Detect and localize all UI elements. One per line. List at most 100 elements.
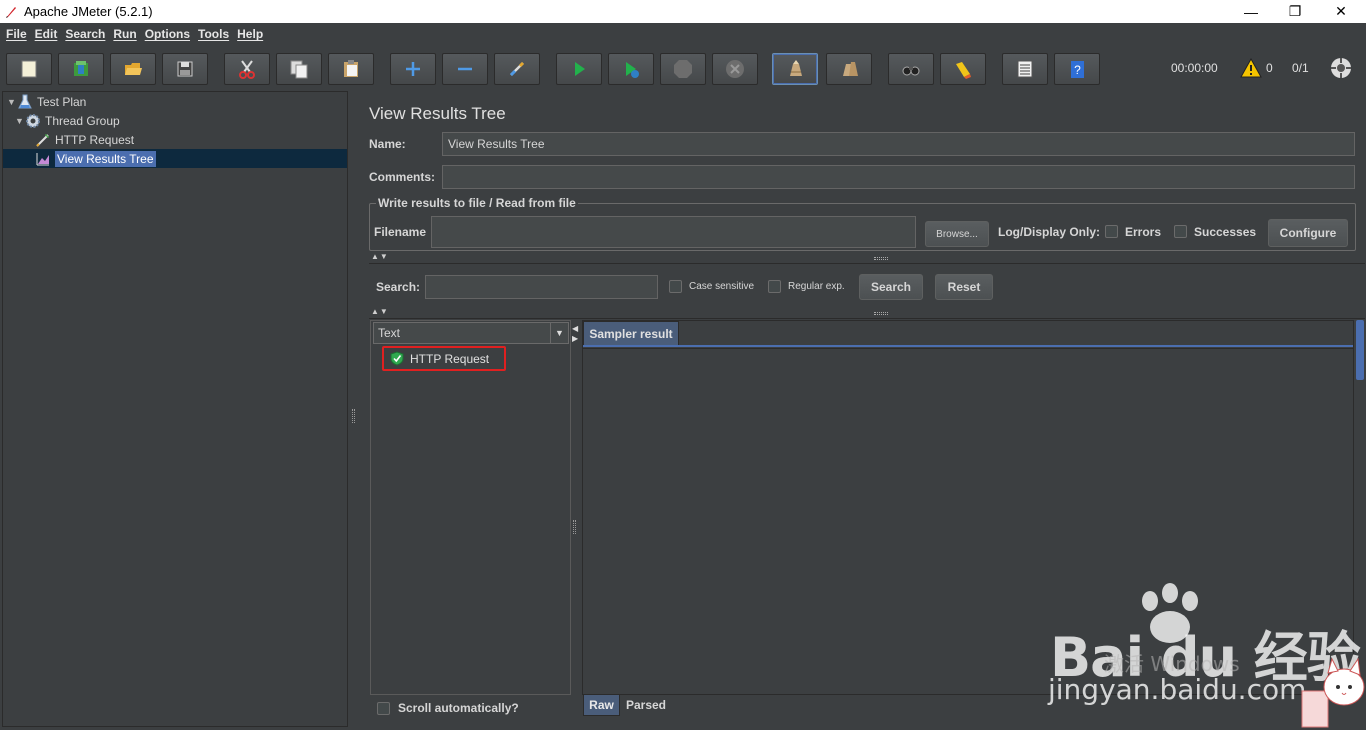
shutdown-button[interactable] — [712, 53, 758, 85]
warning-icon[interactable] — [1240, 58, 1262, 78]
http-request-icon — [36, 133, 49, 147]
start-no-pause-button[interactable] — [608, 53, 654, 85]
clear-all-icon — [843, 62, 858, 76]
reset-button[interactable]: Reset — [935, 274, 993, 300]
menu-search[interactable]: Search — [61, 27, 109, 41]
sample-results-list[interactable] — [370, 320, 571, 695]
log-display-label: Log/Display Only: — [998, 225, 1101, 239]
minimize-icon[interactable]: — — [1228, 0, 1274, 23]
tree-item-view-results-tree[interactable]: View Results Tree — [35, 149, 156, 168]
stop-icon — [674, 60, 692, 78]
close-icon[interactable]: ✕ — [1318, 0, 1364, 23]
splitter-bottom[interactable]: ▲▼ — [371, 307, 1361, 317]
clear-all-button[interactable] — [826, 53, 872, 85]
regular-exp-checkbox[interactable] — [768, 280, 781, 293]
sampler-result-content[interactable] — [583, 348, 1353, 694]
search-icon — [902, 66, 920, 76]
expand-button[interactable] — [390, 53, 436, 85]
name-field[interactable]: View Results Tree — [442, 132, 1355, 156]
help-button[interactable]: ? — [1054, 53, 1100, 85]
shutdown-icon — [726, 60, 744, 78]
cut-button[interactable] — [224, 53, 270, 85]
menu-help[interactable]: Help — [233, 27, 267, 41]
tree-item-thread-group[interactable]: ▼ Thread Group — [15, 111, 120, 130]
result-item-http-request[interactable]: HTTP Request — [382, 346, 506, 371]
templates-icon — [74, 61, 88, 76]
tab-raw[interactable]: Raw — [583, 694, 620, 716]
errors-checkbox[interactable] — [1105, 225, 1118, 238]
new-button[interactable] — [6, 53, 52, 85]
vertical-scrollbar[interactable] — [1356, 320, 1364, 380]
start-no-pause-icon — [626, 62, 639, 78]
search-field[interactable] — [425, 275, 658, 299]
scroll-automatically-label: Scroll automatically? — [398, 701, 519, 715]
splitter-grip[interactable] — [573, 520, 576, 534]
filename-field[interactable] — [431, 216, 916, 248]
case-sensitive-checkbox[interactable] — [669, 280, 682, 293]
successes-checkbox[interactable] — [1174, 225, 1187, 238]
open-icon — [125, 63, 142, 75]
success-shield-icon — [390, 351, 404, 366]
main-splitter[interactable] — [348, 91, 360, 727]
templates-button[interactable] — [58, 53, 104, 85]
copy-button[interactable] — [276, 53, 322, 85]
results-splitter[interactable]: ◀ ▶ — [571, 320, 581, 700]
menu-options[interactable]: Options — [141, 27, 194, 41]
reset-search-button[interactable] — [940, 53, 986, 85]
search-button-toolbar[interactable] — [888, 53, 934, 85]
tree-item-http-request[interactable]: HTTP Request — [35, 130, 134, 149]
menu-file[interactable]: File — [2, 27, 31, 41]
tab-parsed[interactable]: Parsed — [622, 694, 670, 716]
collapse-left-icon[interactable]: ◀ — [572, 324, 578, 333]
start-button[interactable] — [556, 53, 602, 85]
stop-button[interactable] — [660, 53, 706, 85]
splitter-top[interactable]: ▲▼ — [371, 252, 1361, 262]
menu-run[interactable]: Run — [109, 27, 140, 41]
start-icon — [575, 62, 585, 76]
splitter-arrows[interactable]: ▲▼ — [371, 252, 389, 261]
save-button[interactable] — [162, 53, 208, 85]
renderer-select[interactable]: Text ▼ — [373, 322, 569, 344]
scroll-automatically-checkbox[interactable] — [377, 702, 390, 715]
menu-bar: File Edit Search Run Options Tools Help — [0, 23, 1366, 45]
expand-right-icon[interactable]: ▶ — [572, 334, 578, 343]
paste-icon — [344, 60, 358, 77]
comments-field[interactable] — [442, 165, 1355, 189]
chevron-down-icon[interactable]: ▼ — [550, 323, 568, 343]
paste-button[interactable] — [328, 53, 374, 85]
splitter-grip[interactable] — [874, 312, 888, 315]
expand-toggle-icon[interactable]: ▼ — [7, 97, 17, 107]
splitter-grip[interactable] — [352, 409, 355, 423]
jmeter-feather-icon — [6, 6, 16, 18]
menu-tools[interactable]: Tools — [194, 27, 233, 41]
test-plan-icon — [18, 94, 32, 108]
splitter-arrows[interactable]: ▲▼ — [371, 307, 389, 316]
browse-button[interactable]: Browse... — [925, 221, 989, 247]
collapse-button[interactable] — [442, 53, 488, 85]
menu-edit[interactable]: Edit — [31, 27, 62, 41]
restore-icon[interactable]: ❐ — [1272, 0, 1318, 23]
toggle-button[interactable] — [494, 53, 540, 85]
panel-title: View Results Tree — [369, 104, 506, 123]
close-glyph: ✕ — [1335, 3, 1347, 19]
cut-icon — [239, 60, 255, 79]
function-helper-icon — [1017, 60, 1033, 78]
expand-toggle-icon[interactable]: ▼ — [15, 116, 25, 126]
window-title: Apache JMeter (5.2.1) — [24, 4, 153, 19]
search-button[interactable]: Search — [859, 274, 923, 300]
configure-button[interactable]: Configure — [1268, 219, 1348, 247]
splitter-grip[interactable] — [874, 257, 888, 260]
function-helper-button[interactable] — [1002, 53, 1048, 85]
collapse-icon — [458, 67, 472, 71]
svg-text:?: ? — [1074, 63, 1081, 77]
remote-start-icon[interactable] — [1330, 57, 1352, 79]
test-plan-tree[interactable]: ▼ Test Plan ▼ Thread Group HTTP Request … — [2, 91, 348, 727]
tab-sampler-result[interactable]: Sampler result — [583, 321, 679, 345]
active-thread-count: 0/1 — [1292, 61, 1309, 75]
view-results-tree-panel: View Results Tree Name: View Results Tre… — [360, 91, 1366, 730]
minimize-glyph: — — [1244, 3, 1258, 20]
open-button[interactable] — [110, 53, 156, 85]
clear-button[interactable] — [772, 53, 818, 85]
title-bar: Apache JMeter (5.2.1) — ❐ ✕ — [0, 0, 1366, 23]
tree-item-test-plan[interactable]: ▼ Test Plan — [7, 92, 86, 111]
